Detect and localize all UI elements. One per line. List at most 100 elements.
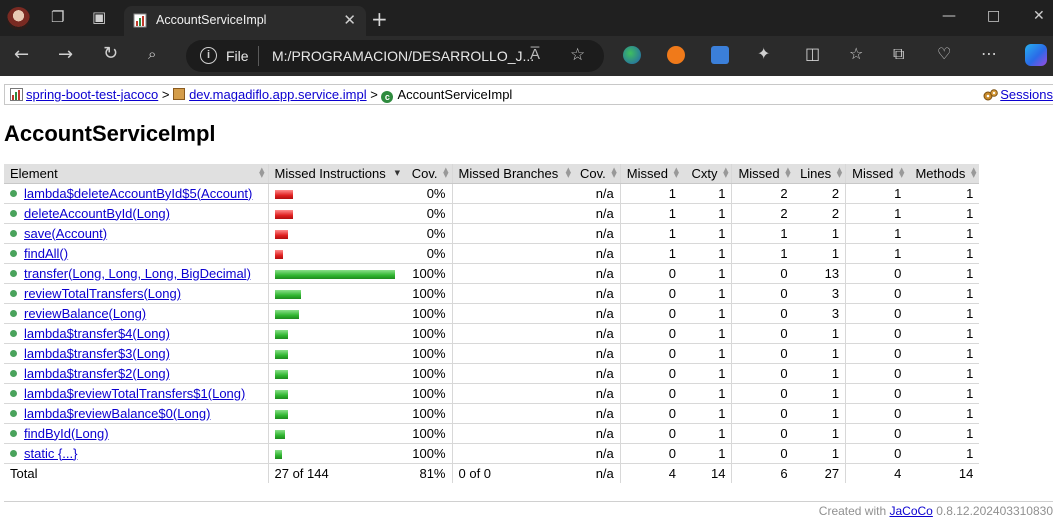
active-tab[interactable]: AccountServiceImpl ✕: [124, 6, 366, 36]
address-scheme: File: [226, 48, 249, 64]
missed-cxty: 1: [619, 183, 682, 204]
extensions-puzzle-icon[interactable]: ✦: [757, 46, 770, 62]
breadcrumb-separator: >: [161, 87, 170, 102]
missed-methods: 0: [845, 343, 908, 364]
header-element[interactable]: Element ▲ ▼: [4, 164, 268, 184]
extension-orange-icon[interactable]: [667, 46, 685, 64]
cxty: 1: [681, 283, 732, 304]
instructions-bar-cell: [267, 403, 403, 424]
table-row: deleteAccountById(Long) 0% n/a 1 1 2 2 1 1: [4, 203, 980, 224]
missed-cxty: 0: [619, 343, 682, 364]
method-link[interactable]: lambda$reviewTotalTransfers$1(Long): [24, 386, 245, 401]
lines: 3: [793, 283, 846, 304]
header-cxty[interactable]: Cxty ▲ ▼: [681, 164, 732, 184]
header-missed-instructions[interactable]: Missed Instructions ▼: [267, 164, 403, 184]
missed-lines: 2: [731, 183, 794, 204]
header-missed-lines[interactable]: Missed ▲ ▼: [731, 164, 794, 184]
sessions-icon: [983, 89, 999, 101]
sort-icon: ▲ ▼: [673, 166, 679, 179]
extension-translate-icon[interactable]: [711, 46, 729, 64]
address-url[interactable]: M:/PROGRAMACION/DESARROLLO_J...: [272, 48, 534, 64]
method-link[interactable]: findAll(): [24, 246, 68, 261]
maximize-icon[interactable]: □: [987, 8, 1000, 24]
info-icon[interactable]: i: [200, 47, 217, 64]
instructions-bar-cell: [267, 243, 403, 264]
method-icon: [10, 429, 17, 437]
search-icon[interactable]: ⌕: [148, 47, 156, 62]
workspaces-icon[interactable]: ❐: [51, 10, 64, 25]
method-link[interactable]: lambda$transfer$2(Long): [24, 366, 170, 381]
missed-lines: 1: [731, 243, 794, 264]
sessions-link-wrap: Sessions: [983, 87, 1053, 102]
instructions-cov: 100%: [403, 323, 452, 344]
method-link[interactable]: deleteAccountById(Long): [24, 206, 170, 221]
refresh-icon[interactable]: ↻: [103, 45, 118, 63]
lines: 1: [793, 423, 846, 444]
close-tab-icon[interactable]: ✕: [343, 11, 356, 29]
missed-methods: 0: [845, 303, 908, 324]
method-link[interactable]: lambda$transfer$3(Long): [24, 346, 170, 361]
split-screen-icon[interactable]: ◫: [805, 46, 820, 62]
header-methods[interactable]: Methods ▲ ▼: [907, 164, 980, 184]
instructions-cov: 0%: [403, 243, 452, 264]
header-branches-cov[interactable]: Cov. ▲ ▼: [574, 164, 621, 184]
favorite-star-icon[interactable]: ☆: [570, 45, 585, 65]
missed-cxty: 0: [619, 283, 682, 304]
element-cell: findAll(): [4, 243, 268, 264]
missed-lines: 0: [731, 343, 794, 364]
missed-lines: 0: [731, 403, 794, 424]
address-bar[interactable]: i File M:/PROGRAMACION/DESARROLLO_J... A…: [186, 40, 604, 72]
header-lines[interactable]: Lines ▲ ▼: [793, 164, 846, 184]
minimize-icon[interactable]: —: [942, 8, 956, 24]
copilot-icon[interactable]: [1025, 44, 1047, 66]
element-cell: static {...}: [4, 443, 268, 464]
table-row: lambda$transfer$2(Long) 100% n/a 0 1 0 1 0 1: [4, 363, 980, 384]
new-tab-icon[interactable]: +: [371, 7, 388, 31]
table-row: reviewBalance(Long) 100% n/a 0 1 0 3 0 1: [4, 303, 980, 324]
method-link[interactable]: static {...}: [24, 446, 77, 461]
branches-bar-cell: [451, 243, 574, 264]
sort-icon: ▲ ▼: [785, 166, 791, 179]
breadcrumb-current-class: AccountServiceImpl: [397, 87, 513, 102]
package-icon: [173, 88, 186, 100]
lines: 1: [793, 343, 846, 364]
header-missed-branches[interactable]: Missed Branches ▲ ▼: [451, 164, 574, 184]
method-link[interactable]: save(Account): [24, 226, 107, 241]
element-cell: findById(Long): [4, 423, 268, 444]
branches-cov: n/a: [574, 283, 621, 304]
missed-lines: 0: [731, 283, 794, 304]
method-link[interactable]: reviewTotalTransfers(Long): [24, 286, 181, 301]
tab-actions-icon[interactable]: ▣: [92, 10, 106, 25]
method-link[interactable]: transfer(Long, Long, Long, BigDecimal): [24, 266, 251, 281]
forward-icon[interactable]: →: [58, 46, 73, 64]
collections-icon[interactable]: ⧉: [893, 46, 904, 62]
method-link[interactable]: reviewBalance(Long): [24, 306, 146, 321]
lines: 1: [793, 363, 846, 384]
browser-essentials-icon[interactable]: ♡: [937, 46, 951, 62]
more-menu-icon[interactable]: ⋯: [981, 46, 997, 62]
missed-lines: 1: [731, 223, 794, 244]
missed-methods: 0: [845, 363, 908, 384]
header-missed-cxty[interactable]: Missed ▲ ▼: [619, 164, 682, 184]
method-link[interactable]: lambda$transfer$4(Long): [24, 326, 170, 341]
branches-cov: n/a: [574, 203, 621, 224]
favorites-icon[interactable]: ☆: [849, 46, 863, 62]
jacoco-link[interactable]: JaCoCo: [890, 504, 933, 518]
breadcrumb-report-link[interactable]: spring-boot-test-jacoco: [26, 87, 158, 102]
sessions-link[interactable]: Sessions: [1000, 87, 1053, 102]
method-link[interactable]: lambda$deleteAccountById$5(Account): [24, 186, 252, 201]
breadcrumb-package-link[interactable]: dev.magadiflo.app.service.impl: [189, 87, 367, 102]
back-icon[interactable]: ←: [14, 46, 29, 64]
missed-methods: 1: [845, 183, 908, 204]
profile-avatar[interactable]: [7, 7, 30, 30]
close-window-icon[interactable]: ✕: [1033, 8, 1045, 24]
method-link[interactable]: lambda$reviewBalance$0(Long): [24, 406, 210, 421]
extension-globe-icon[interactable]: [623, 46, 641, 64]
covered-bar: [274, 329, 288, 339]
header-label: Element: [10, 165, 58, 181]
header-missed-methods[interactable]: Missed ▲ ▼: [845, 164, 908, 184]
header-instructions-cov[interactable]: Cov. ▲ ▼: [403, 164, 452, 184]
method-link[interactable]: findById(Long): [24, 426, 109, 441]
branches-cov: n/a: [574, 223, 621, 244]
read-aloud-icon[interactable]: A̅: [530, 46, 540, 63]
